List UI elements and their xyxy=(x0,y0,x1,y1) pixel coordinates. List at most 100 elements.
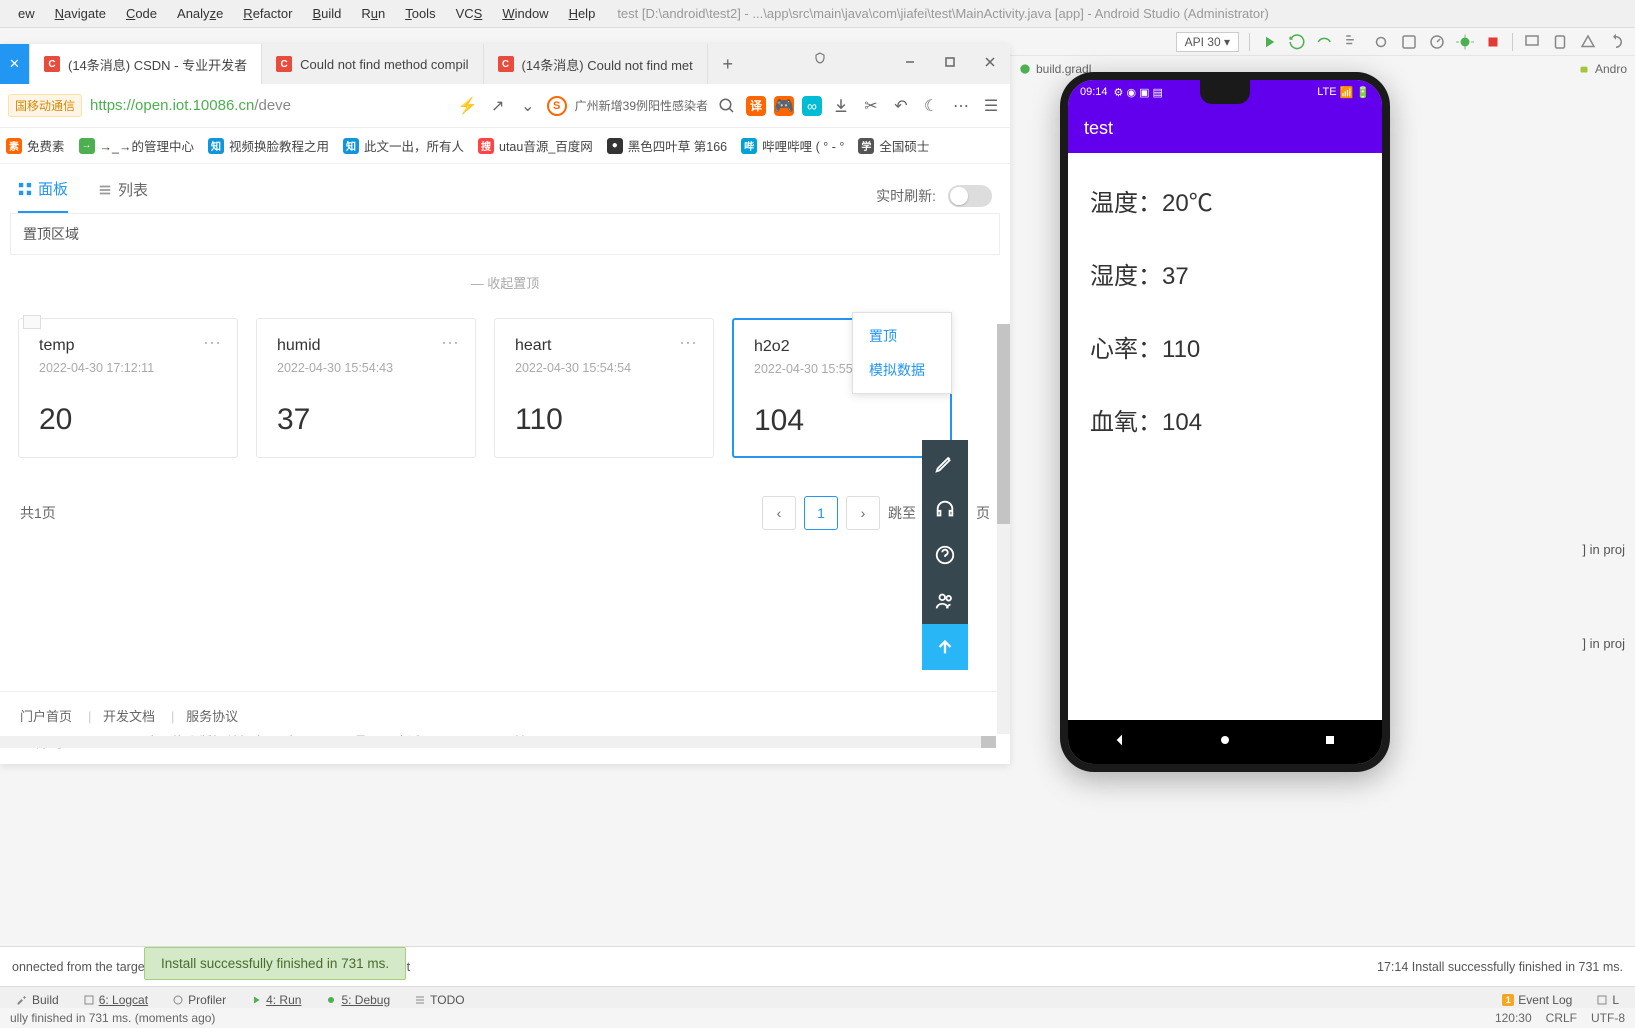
collapse-hint[interactable]: — 收起置顶 xyxy=(0,255,1010,310)
minimize-icon[interactable] xyxy=(890,44,930,80)
grid-icon xyxy=(18,182,32,196)
apply-icon[interactable] xyxy=(1316,33,1334,51)
menu-simulate-data[interactable]: 模拟数据 xyxy=(853,353,951,387)
page-number-1[interactable]: 1 xyxy=(804,496,838,530)
layout-inspector-icon[interactable] xyxy=(1523,33,1541,51)
bookmark-item[interactable]: 素免费素 xyxy=(6,136,65,155)
coverage-icon[interactable] xyxy=(1400,33,1418,51)
moon-icon[interactable]: ☾ xyxy=(920,95,942,117)
menu-help[interactable]: Help xyxy=(559,6,606,21)
help-icon[interactable] xyxy=(922,532,968,578)
chevron-down-icon[interactable]: ⌄ xyxy=(517,95,539,117)
run-icon[interactable] xyxy=(1260,33,1278,51)
debug-icon[interactable] xyxy=(1456,33,1474,51)
headset-icon[interactable] xyxy=(922,486,968,532)
edit-icon[interactable] xyxy=(922,440,968,486)
browser-tab-1[interactable]: C(14条消息) CSDN - 专业开发者 xyxy=(30,44,262,84)
menu-vcs[interactable]: VCS xyxy=(446,6,493,21)
bookmark-item[interactable]: 搜utau音源_百度网 xyxy=(478,136,593,155)
android-tab[interactable]: Andro xyxy=(1577,62,1627,76)
horizontal-scrollbar[interactable] xyxy=(0,736,996,748)
attach-debug-icon[interactable] xyxy=(1372,33,1390,51)
emu-home-icon[interactable] xyxy=(1217,732,1233,753)
scroll-top-icon[interactable] xyxy=(922,624,968,670)
translate-icon[interactable]: 译 xyxy=(746,96,766,116)
tab-panel[interactable]: 面板 xyxy=(18,178,68,213)
lightning-icon[interactable]: ⚡ xyxy=(457,95,479,117)
avd-icon[interactable] xyxy=(1551,33,1569,51)
sync-icon[interactable] xyxy=(1607,33,1625,51)
footer-docs[interactable]: 开发文档 xyxy=(103,709,155,724)
tab-eventlog[interactable]: 1Event Log xyxy=(1492,990,1582,1010)
menu-build[interactable]: Build xyxy=(302,6,351,21)
url-field[interactable]: https://open.iot.10086.cn/deve xyxy=(90,97,449,114)
menu-navigate[interactable]: Navigate xyxy=(45,6,116,21)
refresh-toggle[interactable] xyxy=(948,185,992,207)
tab-list[interactable]: 列表 xyxy=(98,179,148,212)
card-menu-icon[interactable]: ⋯ xyxy=(203,333,223,354)
profile-icon[interactable] xyxy=(1428,33,1446,51)
tab-debug[interactable]: 5: Debug xyxy=(315,990,400,1010)
tab-run[interactable]: 4: Run xyxy=(240,990,311,1010)
more-icon[interactable]: ⋯ xyxy=(950,95,972,117)
tab-last[interactable]: L xyxy=(1586,990,1629,1010)
stop-icon[interactable] xyxy=(1484,33,1502,51)
page-next-button[interactable]: › xyxy=(846,496,880,530)
tab-build[interactable]: Build xyxy=(6,990,69,1010)
emu-back-icon[interactable] xyxy=(1112,732,1128,753)
menu-pin[interactable]: 置顶 xyxy=(853,319,951,353)
menu-code[interactable]: Code xyxy=(116,6,167,21)
encoding[interactable]: UTF-8 xyxy=(1591,1011,1625,1025)
infinity-icon[interactable]: ∞ xyxy=(802,96,822,116)
bookmark-item[interactable]: →→_→的管理中心 xyxy=(79,136,194,155)
data-card-humid[interactable]: ⋯ humid 2022-04-30 15:54:43 37 xyxy=(256,318,476,458)
sogou-icon[interactable]: S xyxy=(547,96,567,116)
bookmark-item[interactable]: 哔哔哩哔哩 ( ° - ° xyxy=(741,136,844,155)
emu-recent-icon[interactable] xyxy=(1322,732,1338,753)
browser-tab-2[interactable]: CCould not find method compil xyxy=(262,44,483,84)
vertical-scrollbar[interactable] xyxy=(997,324,1010,734)
maximize-icon[interactable] xyxy=(930,44,970,80)
data-card-temp[interactable]: ⋯ temp 2022-04-30 17:12:11 20 xyxy=(18,318,238,458)
menu-tools[interactable]: Tools xyxy=(395,6,445,21)
hammer-icon xyxy=(16,994,28,1006)
close-icon[interactable] xyxy=(970,44,1010,80)
menu-run[interactable]: Run xyxy=(351,6,395,21)
menu-view[interactable]: ew xyxy=(8,6,45,21)
menu-refactor[interactable]: Refactor xyxy=(233,6,302,21)
bookmark-item[interactable]: ●黑色四叶草 第166 xyxy=(607,136,727,155)
shield-icon[interactable] xyxy=(800,52,840,64)
card-menu-icon[interactable]: ⋯ xyxy=(679,333,699,354)
card-menu-icon[interactable]: ⋯ xyxy=(441,333,461,354)
scissors-icon[interactable]: ✂ xyxy=(860,95,882,117)
tab-logcat[interactable]: 6: Logcat xyxy=(73,990,158,1010)
gradle-icon xyxy=(1018,62,1032,76)
browser-tab-3[interactable]: C(14条消息) Could not find met xyxy=(484,44,708,84)
tab-profiler[interactable]: Profiler xyxy=(162,990,236,1010)
users-icon[interactable] xyxy=(922,578,968,624)
api-level-dropdown[interactable]: API 30 ▾ xyxy=(1176,32,1239,52)
close-tab-button[interactable]: ✕ xyxy=(0,44,30,84)
search-icon[interactable] xyxy=(716,95,738,117)
undo-icon[interactable]: ↶ xyxy=(890,95,912,117)
menu-window[interactable]: Window xyxy=(492,6,558,21)
data-card-heart[interactable]: ⋯ heart 2022-04-30 15:54:54 110 xyxy=(494,318,714,458)
bookmark-item[interactable]: 知视频换脸教程之用 xyxy=(208,136,329,155)
new-tab-button[interactable]: + xyxy=(708,44,748,84)
bookmark-item[interactable]: 学全国硕士 xyxy=(858,136,929,155)
structure-icon[interactable] xyxy=(1344,33,1362,51)
download-icon[interactable] xyxy=(830,95,852,117)
hamburger-icon[interactable]: ☰ xyxy=(980,95,1002,117)
tab-todo[interactable]: TODO xyxy=(404,990,474,1010)
footer-service[interactable]: 服务协议 xyxy=(186,709,238,724)
share-icon[interactable]: ↗ xyxy=(487,95,509,117)
news-ticker[interactable]: 广州新增39例阳性感染者 xyxy=(575,97,708,114)
game-icon[interactable]: 🎮 xyxy=(774,96,794,116)
sdk-icon[interactable] xyxy=(1579,33,1597,51)
rerun-icon[interactable] xyxy=(1288,33,1306,51)
page-prev-button[interactable]: ‹ xyxy=(762,496,796,530)
bookmark-item[interactable]: 知此文一出，所有人 xyxy=(343,136,464,155)
footer-portal[interactable]: 门户首页 xyxy=(20,709,72,724)
menu-analyze[interactable]: Analyze xyxy=(167,6,233,21)
line-ending[interactable]: CRLF xyxy=(1546,1011,1577,1025)
